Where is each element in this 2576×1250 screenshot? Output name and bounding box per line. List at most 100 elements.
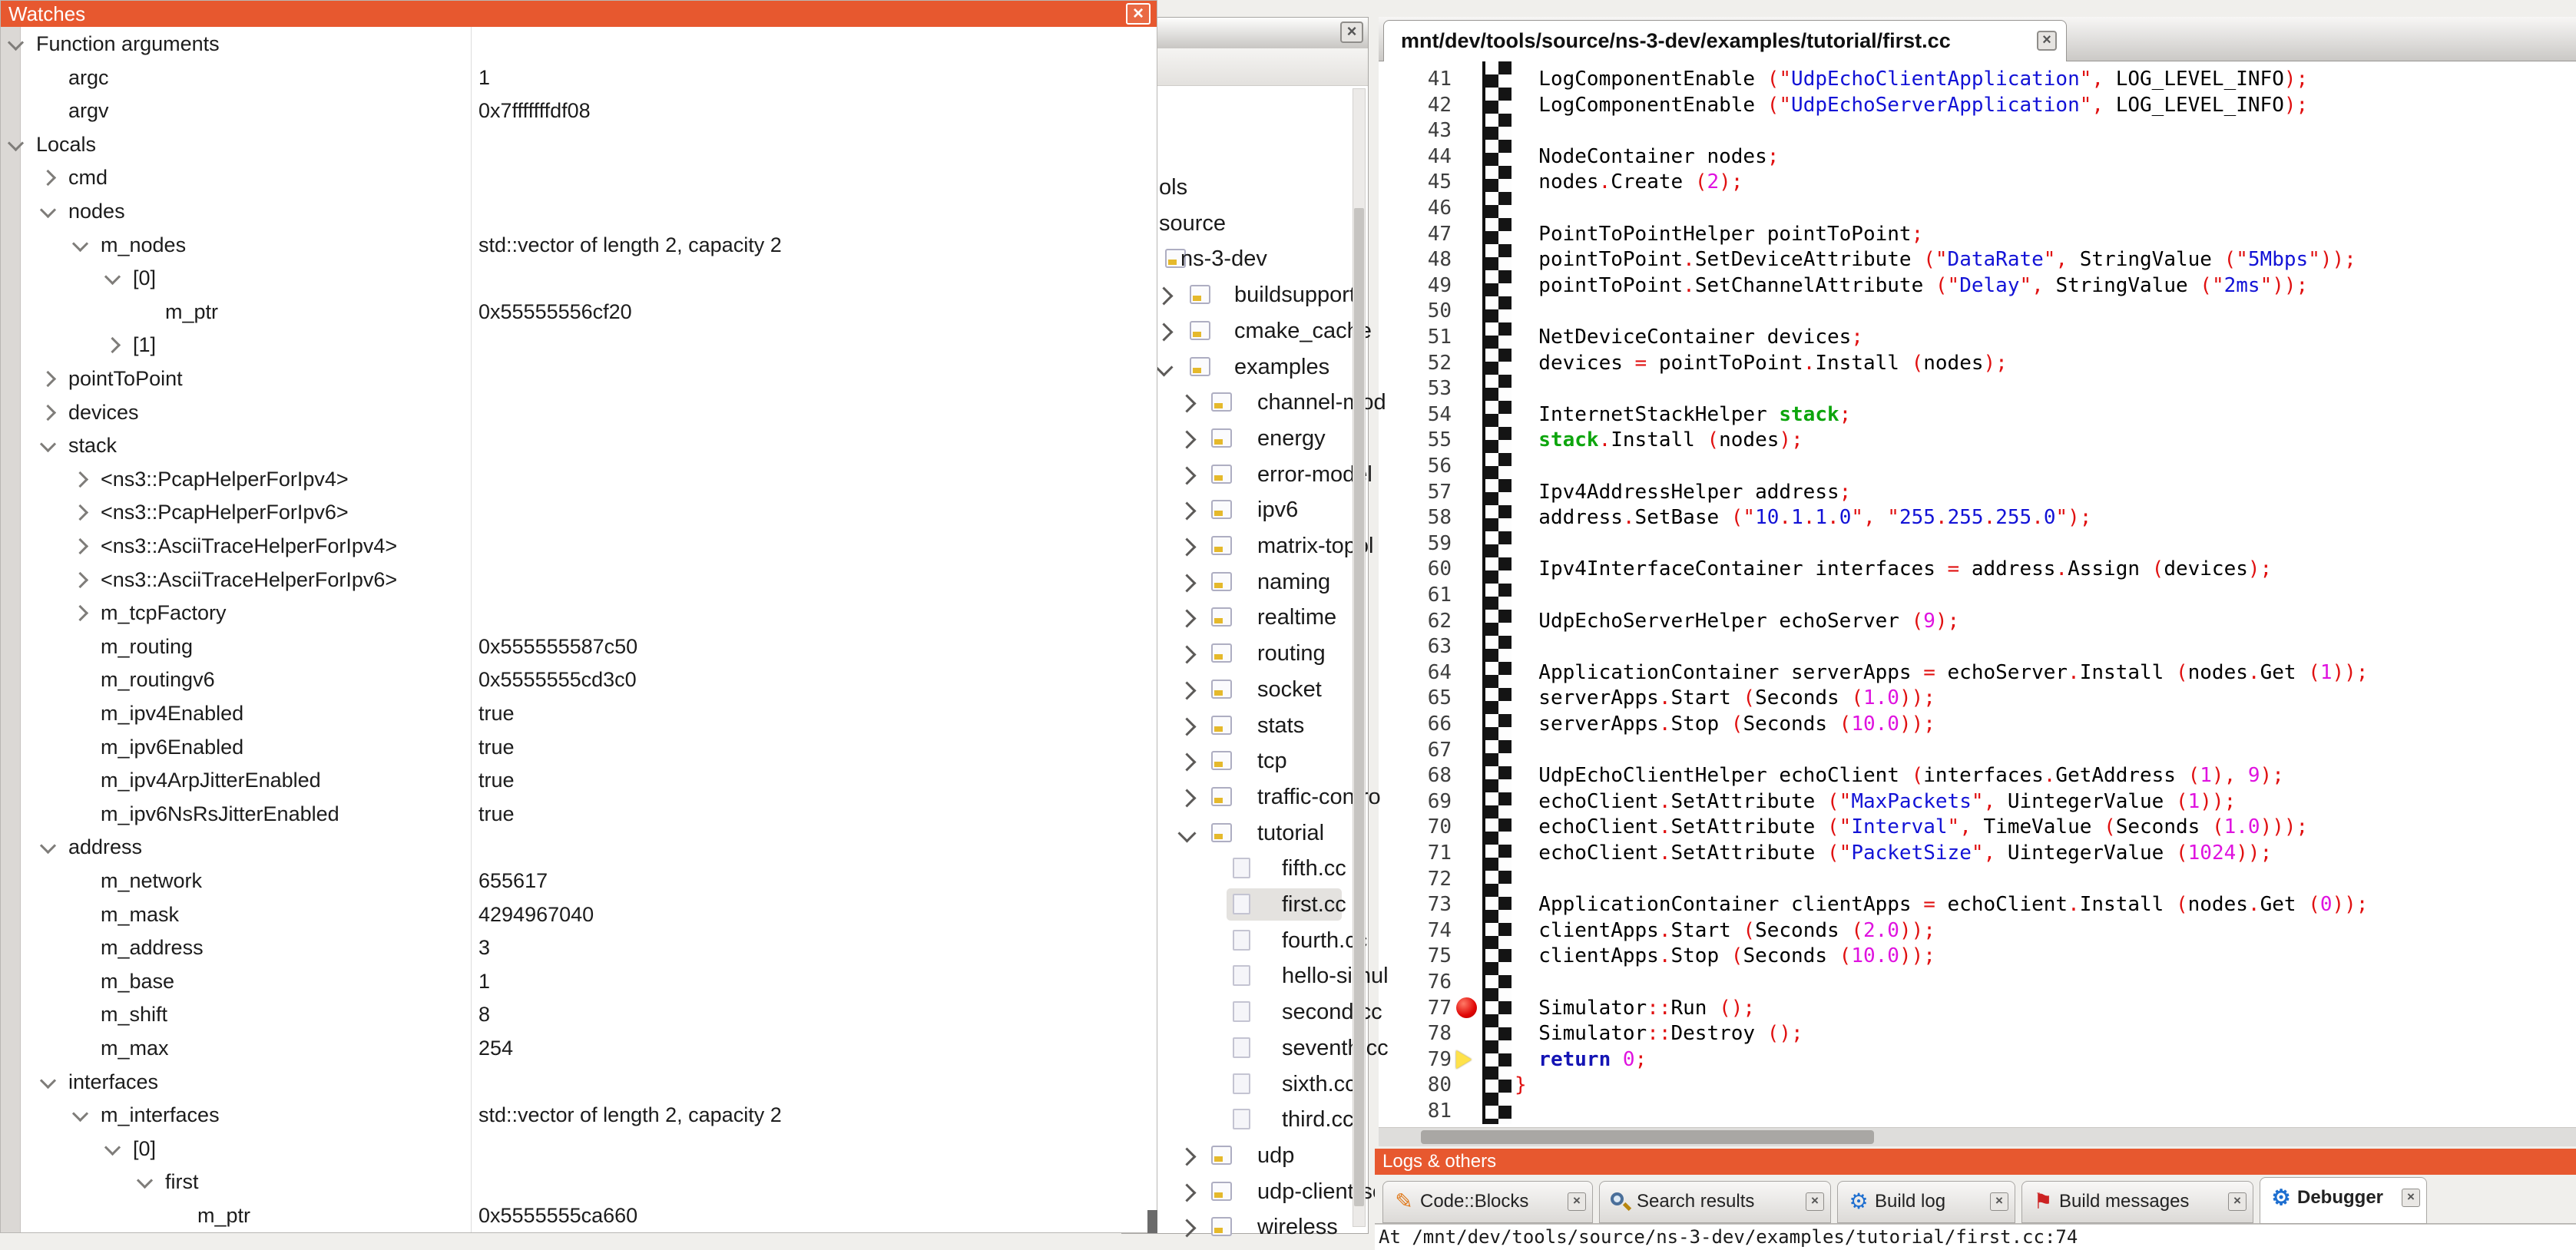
code-line[interactable]: 42 LogComponentEnable ("UdpEchoServerApp… [1379,92,2576,118]
line-number[interactable]: 61 [1379,582,1452,608]
chevron-right-icon[interactable] [1177,789,1196,807]
line-number[interactable]: 64 [1379,660,1452,686]
code-line[interactable]: 43 [1379,117,2576,144]
line-number[interactable]: 76 [1379,969,1452,995]
chevron-right-icon[interactable] [1154,322,1173,341]
close-icon[interactable]: × [1806,1192,1824,1211]
line-number[interactable]: 80 [1379,1072,1452,1098]
code-line[interactable]: 45 nodes.Create (2); [1379,169,2576,195]
watch-row[interactable]: m_ptr0x55555556cf20 [22,295,1157,329]
code-line[interactable]: 61 [1379,582,2576,608]
line-number[interactable]: 50 [1379,298,1452,324]
watches-title-bar[interactable]: Watches [1,1,1157,27]
code-line[interactable]: 78 Simulator::Destroy (); [1379,1020,2576,1047]
tree-item-ols[interactable]: ols [1122,170,1368,205]
code-line[interactable]: 74 clientApps.Start (Seconds (2.0)); [1379,918,2576,944]
close-icon[interactable]: × [2228,1192,2247,1211]
logs-tab-build-messages[interactable]: ⚑Build messages× [2021,1181,2253,1223]
watch-row[interactable]: m_routing0x555555587c50 [22,630,1157,664]
chevron-right-icon[interactable] [1154,287,1173,306]
watch-value[interactable]: true [478,763,515,797]
code-line[interactable]: 56 [1379,453,2576,479]
code-line[interactable]: 69 echoClient.SetAttribute ("MaxPackets"… [1379,789,2576,815]
line-number[interactable]: 56 [1379,453,1452,479]
watch-row[interactable]: [1] [22,328,1157,362]
watch-row[interactable]: m_ipv4ArpJitterEnabledtrue [22,763,1157,798]
chevron-right-icon[interactable] [1177,1183,1196,1202]
watch-value[interactable]: 0x55555556cf20 [478,295,632,329]
watch-value[interactable]: 655617 [478,864,548,898]
watches-column-divider[interactable] [471,27,472,1232]
tree-item-fifth-cc[interactable]: fifth.cc [1122,851,1368,886]
line-number[interactable]: 75 [1379,943,1452,969]
logs-title-bar[interactable]: Logs & others [1375,1149,2576,1175]
watch-value[interactable]: std::vector of length 2, capacity 2 [478,1098,782,1132]
breakpoint-icon[interactable] [1456,997,1477,1018]
chevron-right-icon[interactable] [1177,537,1196,556]
watch-row[interactable]: m_ipv6Enabledtrue [22,730,1157,765]
watch-value[interactable]: 3 [478,931,490,964]
chevron-right-icon[interactable] [40,371,56,387]
logs-tab-build-log[interactable]: ⚙Build log× [1837,1181,2015,1223]
watch-row[interactable]: m_tcpFactory [22,596,1157,630]
watch-row[interactable]: m_max254 [22,1031,1157,1066]
line-number[interactable]: 57 [1379,479,1452,505]
watch-value[interactable]: 0x5555555cd3c0 [478,663,637,696]
close-icon[interactable]: × [2037,31,2057,51]
chevron-right-icon[interactable] [40,404,56,420]
line-number[interactable]: 48 [1379,246,1452,273]
line-number[interactable]: 41 [1379,66,1452,92]
tree-item-source[interactable]: source [1122,206,1368,241]
chevron-right-icon[interactable] [1177,646,1196,664]
watch-row[interactable]: m_nodesstd::vector of length 2, capacity… [22,228,1157,263]
code-line[interactable]: 64 ApplicationContainer serverApps = ech… [1379,660,2576,686]
code-line[interactable]: 41 LogComponentEnable ("UdpEchoClientApp… [1379,66,2576,92]
tree-item-buildsupport[interactable]: buildsupport [1122,277,1368,312]
tree-item-third-cc[interactable]: third.cc [1122,1102,1368,1137]
tree-item-udp-client-ser[interactable]: udp-client-ser [1122,1174,1368,1209]
code-area[interactable]: 41 LogComponentEnable ("UdpEchoClientApp… [1379,61,2576,1127]
editor-hscroll-thumb[interactable] [1421,1130,1874,1144]
code-line[interactable]: 67 [1379,737,2576,763]
tree-item-naming[interactable]: naming [1122,564,1368,600]
code-line[interactable]: 76 [1379,969,2576,995]
chevron-right-icon[interactable] [1177,610,1196,628]
watch-row[interactable]: pointToPoint [22,362,1157,396]
watch-row[interactable]: m_ipv4Enabledtrue [22,696,1157,731]
watch-value[interactable]: 0x5555555ca660 [478,1199,637,1232]
close-icon[interactable]: × [1568,1192,1586,1211]
line-number[interactable]: 68 [1379,762,1452,789]
chevron-down-icon[interactable] [104,269,121,285]
tree-item-tutorial[interactable]: tutorial [1122,815,1368,851]
watch-value[interactable]: 0x555555587c50 [478,630,637,663]
code-line[interactable]: 80} [1379,1072,2576,1098]
tree-item-hello-simul[interactable]: hello-simul [1122,958,1368,994]
chevron-right-icon[interactable] [1177,395,1196,413]
chevron-right-icon[interactable] [40,170,56,186]
line-number[interactable]: 49 [1379,273,1452,299]
watch-row[interactable]: argv0x7fffffffdf08 [22,94,1157,128]
line-number[interactable]: 51 [1379,324,1452,350]
line-number[interactable]: 43 [1379,117,1452,144]
tree-item-second-cc[interactable]: second.cc [1122,994,1368,1030]
watch-value[interactable]: true [478,696,515,730]
tree-item-routing[interactable]: routing [1122,636,1368,671]
code-line[interactable]: 44 NodeContainer nodes; [1379,144,2576,170]
tree-item-fourth-cc[interactable]: fourth.cc [1122,923,1368,958]
chevron-down-icon[interactable] [72,1106,88,1122]
chevron-right-icon[interactable] [1177,466,1196,484]
tree-item-seventh-cc[interactable]: seventh.cc [1122,1030,1368,1066]
watch-row[interactable]: cmd [22,160,1157,195]
line-number[interactable]: 65 [1379,685,1452,711]
chevron-right-icon[interactable] [1177,574,1196,592]
tree-item-matrix-topol[interactable]: matrix-topol [1122,528,1368,564]
line-number[interactable]: 60 [1379,556,1452,582]
watch-row[interactable]: devices [22,395,1157,430]
code-line[interactable]: 66 serverApps.Stop (Seconds (10.0)); [1379,711,2576,737]
chevron-right-icon[interactable] [104,337,121,353]
watch-value[interactable]: 254 [478,1031,513,1065]
tree-item-ipv6[interactable]: ipv6 [1122,492,1368,527]
chevron-right-icon[interactable] [1177,502,1196,521]
chevron-down-icon[interactable] [40,1072,56,1088]
chevron-right-icon[interactable] [1177,1147,1196,1166]
